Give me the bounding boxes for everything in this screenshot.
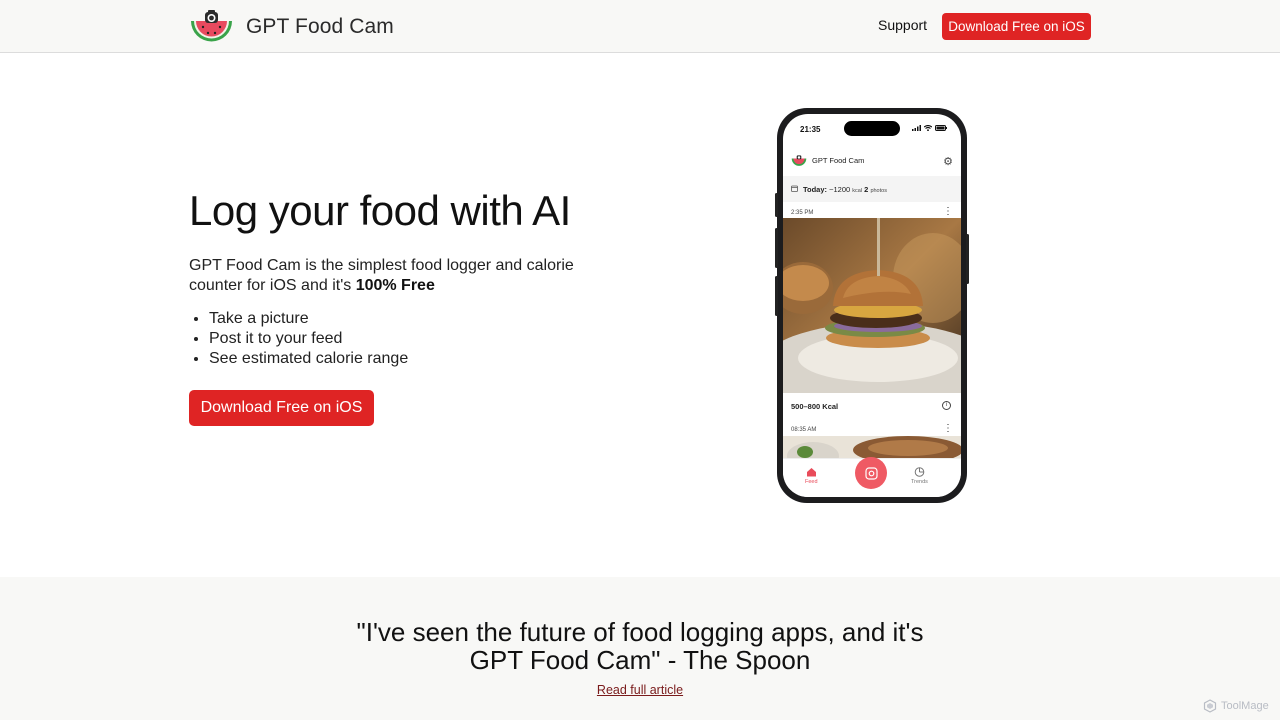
- camera-icon: [864, 466, 878, 480]
- wifi-icon: [924, 125, 932, 131]
- today-kcal-value: ~1200: [829, 185, 851, 194]
- header-download-ios-button[interactable]: Download Free on iOS: [942, 13, 1091, 40]
- phone-screen: 21:35 GPT Food Cam ⚙ Today: ~1200 kcal 2…: [783, 114, 961, 497]
- more-options-icon[interactable]: ⋮: [943, 424, 953, 434]
- watermark: ToolMage: [1203, 699, 1269, 713]
- tab-trends-label: Trends: [911, 479, 928, 485]
- home-icon: [806, 468, 816, 477]
- dynamic-island: [844, 121, 900, 136]
- phone-side-button: [966, 234, 969, 284]
- calorie-estimate: 500–800 Kcal: [791, 402, 839, 411]
- salad-food-photo: [783, 436, 961, 458]
- bottom-tab-bar: Feed Trends: [783, 457, 961, 497]
- phone-mockup: 21:35 GPT Food Cam ⚙ Today: ~1200 kcal 2…: [775, 108, 969, 503]
- signal-icon: [912, 125, 921, 131]
- testimonial-quote-line: GPT Food Cam" - The Spoon: [469, 645, 811, 675]
- hero-download-ios-button[interactable]: Download Free on iOS: [189, 390, 374, 426]
- more-options-icon[interactable]: ⋮: [943, 207, 953, 217]
- status-bar-icons: [912, 125, 947, 131]
- read-full-article-link[interactable]: Read full article: [597, 683, 683, 697]
- battery-icon: [935, 125, 947, 131]
- top-navigation-bar: GPT Food Cam Support Download Free on iO…: [0, 0, 1280, 53]
- calendar-icon: [791, 185, 798, 194]
- info-icon[interactable]: i: [942, 401, 951, 410]
- status-bar-time: 21:35: [800, 125, 821, 134]
- camera-capture-button[interactable]: [855, 457, 887, 489]
- tab-feed[interactable]: Feed: [805, 467, 818, 485]
- brand-home-link[interactable]: GPT Food Cam: [189, 9, 394, 44]
- phone-side-button: [775, 193, 778, 217]
- pie-chart-icon: [914, 467, 925, 477]
- tab-feed-label: Feed: [805, 479, 818, 485]
- toolmage-logo-icon: [1203, 699, 1217, 713]
- feature-list-item: Take a picture: [209, 309, 408, 329]
- today-photos-unit: photos: [870, 188, 887, 194]
- article-link-container: Read full article: [0, 683, 1280, 697]
- feature-list-item: Post it to your feed: [209, 329, 408, 349]
- post-timestamp: 2:35 PM: [791, 210, 814, 216]
- post-timestamp: 08:35 AM: [791, 427, 817, 433]
- testimonial-quote: "I've seen the future of food logging ap…: [0, 618, 1280, 674]
- testimonial-section: "I've seen the future of food logging ap…: [0, 577, 1280, 720]
- app-name: GPT Food Cam: [812, 156, 865, 165]
- hero-title: Log your food with AI: [189, 187, 571, 234]
- support-link[interactable]: Support: [878, 17, 927, 33]
- testimonial-quote-line: "I've seen the future of food logging ap…: [356, 617, 924, 647]
- today-photo-count: 2: [864, 185, 869, 194]
- app-header: GPT Food Cam ⚙: [783, 150, 961, 174]
- hero-description: GPT Food Cam is the simplest food logger…: [189, 256, 629, 296]
- watermark-label: ToolMage: [1221, 700, 1269, 712]
- calorie-estimate-row: 500–800 Kcal i: [783, 396, 961, 416]
- phone-side-button: [775, 228, 778, 268]
- hero-description-free-emphasis: 100% Free: [355, 277, 435, 294]
- today-label: Today:: [803, 185, 828, 194]
- gear-icon[interactable]: ⚙: [943, 155, 953, 168]
- feature-list: Take a picture Post it to your feed See …: [209, 309, 408, 369]
- today-summary-bar: Today: ~1200 kcal 2 photos: [783, 176, 961, 202]
- feature-list-item: See estimated calorie range: [209, 349, 408, 369]
- today-summary-text: Today: ~1200 kcal 2 photos: [803, 185, 887, 194]
- phone-side-button: [775, 276, 778, 316]
- brand-name: GPT Food Cam: [246, 14, 394, 38]
- watermelon-camera-logo-icon: [189, 9, 234, 44]
- app-logo-icon: [791, 154, 807, 167]
- tab-trends[interactable]: Trends: [911, 467, 928, 485]
- today-kcal-unit: kcal: [852, 188, 863, 194]
- burger-food-photo: [783, 218, 961, 393]
